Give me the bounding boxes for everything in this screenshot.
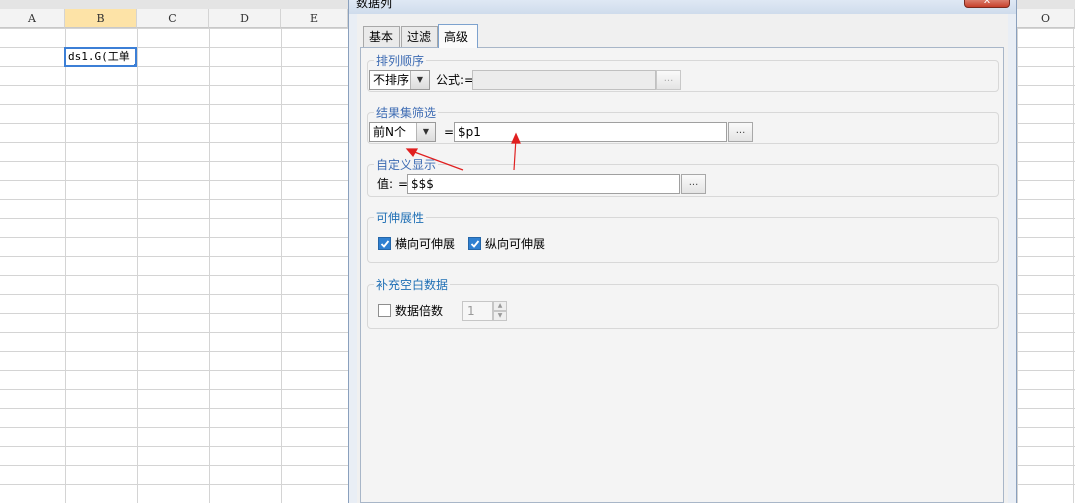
dialog-title: 数据列 [356,0,393,10]
formula-label: 公式:= [436,73,475,87]
result-filter-mode-value: 前N个 [373,125,406,139]
horizontal-expand-checkbox[interactable] [378,237,391,250]
custom-display-value-label: 值: [377,177,394,191]
result-filter-group: 结果集筛选 前N个 ▼ = $p1 ... [367,104,999,144]
sort-formula-browse-button[interactable]: ... [656,70,681,90]
active-cell-value: ds1.G(工单 [68,50,130,63]
column-header-d[interactable]: D [209,9,281,28]
result-filter-mode-select[interactable]: 前N个 ▼ [369,122,436,142]
column-header-b[interactable]: B [65,9,137,28]
data-column-dialog: 数据列 x 基本 过滤 高级 排列顺序 不排序 ▼ 公式:= ... [348,0,1017,503]
close-button[interactable]: x [964,0,1010,8]
column-header-o[interactable]: O [1017,9,1075,28]
tab-filter[interactable]: 过滤 [401,26,438,47]
custom-display-title: 自定义显示 [374,156,439,173]
tab-basic[interactable]: 基本 [363,26,400,47]
vertical-expand-checkbox[interactable] [468,237,481,250]
sort-order-select[interactable]: 不排序 ▼ [369,70,430,90]
column-header-a[interactable]: A [0,9,65,28]
result-filter-title: 结果集筛选 [374,104,439,121]
chevron-down-icon[interactable]: ▼ [410,71,429,89]
fill-blank-title: 补充空白数据 [374,276,451,293]
advanced-panel: 排列顺序 不排序 ▼ 公式:= ... 结果集筛选 前N个 ▼ = $p1 ..… [360,47,1004,503]
fill-blank-group: 补充空白数据 数据倍数 1 ▲ ▼ [367,276,999,329]
tab-advanced[interactable]: 高级 [438,24,478,48]
dialog-body: 基本 过滤 高级 排列顺序 不排序 ▼ 公式:= ... 结果集筛选 前N个 ▼… [357,14,1008,503]
stepper-down-icon[interactable]: ▼ [493,311,507,321]
cell-grid-right[interactable] [1017,28,1075,503]
column-header-c[interactable]: C [137,9,209,28]
data-multiple-label: 数据倍数 [395,304,444,318]
vertical-expand-label: 纵向可伸展 [485,237,546,251]
data-multiple-value[interactable]: 1 [462,301,493,321]
result-filter-value-input[interactable]: $p1 [454,122,727,142]
column-header-e[interactable]: E [281,9,348,28]
sort-formula-input[interactable] [472,70,656,90]
data-multiple-stepper[interactable]: 1 ▲ ▼ [462,301,507,321]
active-cell[interactable]: ds1.G(工单 [64,47,137,67]
custom-display-browse-button[interactable]: ... [681,174,706,194]
data-multiple-checkbox[interactable] [378,304,391,317]
fill-handle[interactable] [134,64,135,65]
check-icon [470,240,480,248]
sort-group: 排列顺序 不排序 ▼ 公式:= ... [367,52,999,92]
expand-group-title: 可伸展性 [374,209,427,226]
stepper-up-icon[interactable]: ▲ [493,301,507,311]
expand-group: 可伸展性 横向可伸展 纵向可伸展 [367,209,999,263]
close-icon: x [984,0,991,6]
horizontal-expand-label: 横向可伸展 [395,237,456,251]
result-filter-browse-button[interactable]: ... [728,122,753,142]
sort-group-title: 排列顺序 [374,52,427,69]
check-icon [380,240,390,248]
sort-order-value: 不排序 [373,73,410,87]
dialog-titlebar[interactable]: 数据列 x [349,0,1016,14]
result-filter-equals: = [444,125,455,139]
chevron-down-icon[interactable]: ▼ [416,123,435,141]
custom-display-group: 自定义显示 值: = $$$ ... [367,156,999,197]
custom-display-value-input[interactable]: $$$ [407,174,680,194]
